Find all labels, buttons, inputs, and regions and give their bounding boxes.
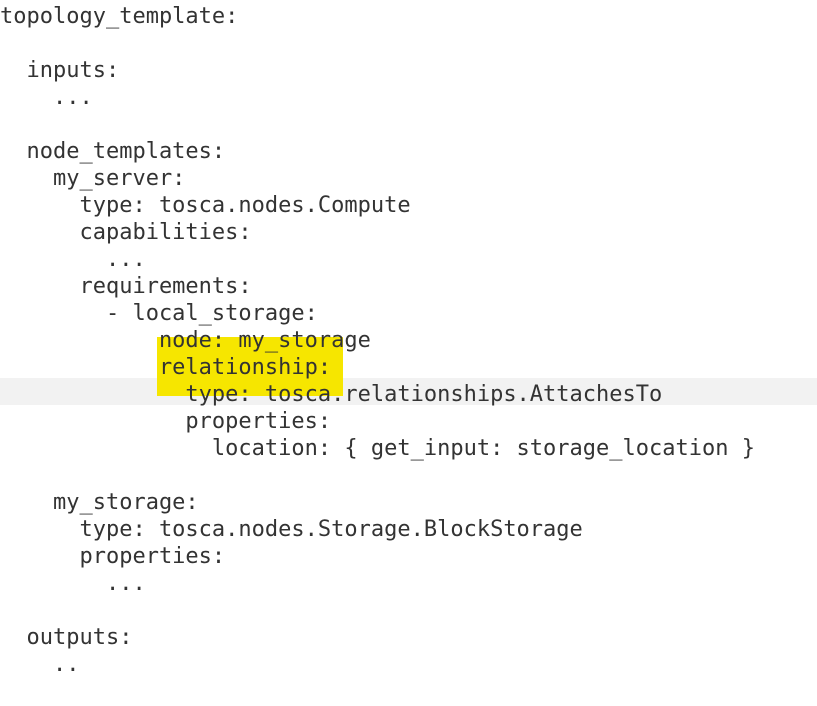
code-line-3: inputs: [0, 58, 120, 83]
code-line-1: topology_template: [0, 4, 239, 29]
code-line-16: properties: [0, 409, 332, 434]
code-line-6: node_templates: [0, 139, 226, 164]
code-line-24: outputs: [0, 625, 133, 650]
code-editor: topology_template: inputs: ... node_temp… [0, 0, 817, 706]
code-line-4: ... [0, 85, 93, 110]
code-line-25: .. [0, 652, 80, 677]
code-line-7: my_server: [0, 166, 186, 191]
code-line-17: location: { get_input: storage_location … [0, 436, 755, 461]
code-line-22: ... [0, 571, 146, 596]
code-line-10: ... [0, 247, 146, 272]
code-line-13: node: my_storage [0, 328, 371, 353]
code-line-15: type: tosca.relationships.AttachesTo [0, 382, 663, 407]
code-line-14: relationship: [0, 355, 332, 380]
code-line-21: properties: [0, 544, 226, 569]
code-line-9: capabilities: [0, 220, 252, 245]
code-line-8: type: tosca.nodes.Compute [0, 193, 411, 218]
code-line-20: type: tosca.nodes.Storage.BlockStorage [0, 517, 583, 542]
code-line-12: - local_storage: [0, 301, 318, 326]
code-line-11: requirements: [0, 274, 252, 299]
code-line-19: my_storage: [0, 490, 199, 515]
